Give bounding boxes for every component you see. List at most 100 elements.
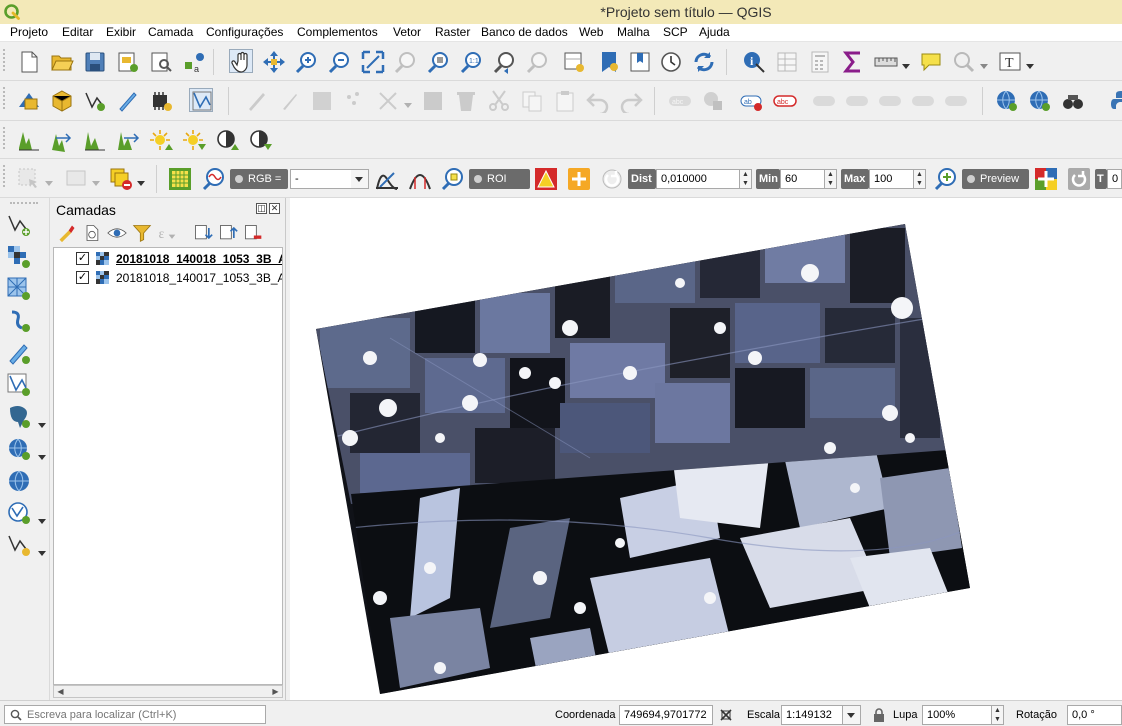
- local-cumulative-stretch-icon[interactable]: [375, 167, 399, 191]
- add-vector-layer-icon[interactable]: [6, 212, 32, 238]
- zoom-to-input-image-icon[interactable]: [202, 167, 226, 191]
- menu-ajuda[interactable]: Ajuda: [699, 25, 730, 39]
- scale-dropdown-arrow[interactable]: [843, 705, 861, 725]
- add-wfs-layer-icon[interactable]: [1028, 89, 1052, 113]
- vertex-dropdown-arrow[interactable]: [404, 98, 412, 108]
- scratch-layer-dropdown-arrow[interactable]: [38, 546, 46, 556]
- menu-web[interactable]: Web: [579, 25, 603, 39]
- identify-features-icon[interactable]: i: [742, 50, 766, 74]
- histogram-cumulative-cut-icon[interactable]: [83, 128, 107, 152]
- scroll-left-arrow[interactable]: ◀: [55, 687, 66, 697]
- map-canvas[interactable]: [290, 198, 1122, 700]
- local-histogram-stretch-icon[interactable]: [50, 128, 74, 152]
- measure-line-icon[interactable]: [874, 50, 898, 74]
- statistical-summary-icon[interactable]: [841, 50, 865, 74]
- new-temporary-scratch-layer-icon[interactable]: [6, 532, 32, 558]
- wms-dropdown-arrow[interactable]: [38, 450, 46, 460]
- deselect-features-icon[interactable]: [109, 167, 133, 191]
- collapse-all-icon[interactable]: [218, 223, 238, 243]
- zoom-last-icon[interactable]: [493, 50, 517, 74]
- diagram-options-icon[interactable]: [701, 89, 725, 113]
- magnifier-spinner[interactable]: ▲ ▼: [992, 705, 1004, 725]
- metasearch-icon[interactable]: [1061, 89, 1085, 113]
- float-panel-icon[interactable]: ◫: [256, 203, 267, 214]
- open-field-calculator-icon[interactable]: [808, 50, 832, 74]
- zoom-to-temporary-roi-icon[interactable]: [441, 167, 465, 191]
- create-roi-polygon-icon[interactable]: [534, 167, 558, 191]
- zoom-to-preview-icon[interactable]: [934, 167, 958, 191]
- scroll-right-arrow[interactable]: ▶: [270, 687, 281, 697]
- delete-selected-icon[interactable]: [454, 89, 478, 113]
- lock-scale-icon[interactable]: [873, 708, 885, 722]
- menu-malha[interactable]: Malha: [617, 25, 650, 39]
- scp-main-interface-icon[interactable]: [168, 167, 192, 191]
- show-bookmarks-icon[interactable]: [628, 50, 652, 74]
- scale-field[interactable]: 1:149132: [781, 705, 843, 725]
- decrease-brightness-icon[interactable]: [182, 128, 206, 152]
- zoom-native-resolution-icon[interactable]: 1:1: [460, 50, 484, 74]
- menu-scp[interactable]: SCP: [663, 25, 688, 39]
- search-dropdown-arrow[interactable]: [980, 59, 988, 69]
- new-virtual-layer-icon[interactable]: [189, 88, 213, 112]
- annotation-dropdown-arrow[interactable]: [1026, 59, 1034, 69]
- toggle-editing-icon[interactable]: [277, 89, 301, 113]
- add-wfs-layer-icon[interactable]: [6, 468, 32, 494]
- python-console-icon[interactable]: [1110, 89, 1122, 113]
- add-wms-layer-icon[interactable]: [995, 89, 1019, 113]
- rgb-label[interactable]: RGB =: [230, 169, 288, 189]
- zoom-in-icon[interactable]: [295, 50, 319, 74]
- pin-labels-icon[interactable]: [812, 89, 836, 113]
- add-postgis-layer-icon[interactable]: [6, 404, 32, 430]
- preview-toggle[interactable]: Preview: [962, 169, 1029, 189]
- add-delimited-text-layer-icon[interactable]: [6, 308, 32, 334]
- remove-layer-icon[interactable]: [243, 223, 263, 243]
- add-spatialite-layer-icon[interactable]: [6, 340, 32, 366]
- zoom-to-layer-icon[interactable]: [427, 50, 451, 74]
- temporal-controller-icon[interactable]: [659, 50, 683, 74]
- new-shapefile-layer-icon[interactable]: [83, 89, 107, 113]
- change-label-icon[interactable]: [944, 89, 968, 113]
- toolbar-handle[interactable]: [3, 127, 7, 149]
- deselect-dropdown-arrow[interactable]: [137, 176, 145, 186]
- max-value-field[interactable]: 100: [869, 169, 914, 189]
- open-attribute-table-icon[interactable]: [775, 50, 799, 74]
- save-layer-edits-icon[interactable]: [310, 89, 334, 113]
- paste-features-icon[interactable]: [553, 89, 577, 113]
- add-raster-layer-icon[interactable]: [6, 244, 32, 270]
- local-cumulative-cut-icon[interactable]: [116, 128, 140, 152]
- open-layer-styling-icon[interactable]: [57, 223, 77, 243]
- select-dropdown-arrow[interactable]: [45, 176, 53, 186]
- postgis-dropdown-arrow[interactable]: [38, 418, 46, 428]
- map-tips-icon[interactable]: [919, 50, 943, 74]
- layer-tree-horizontal-scrollbar[interactable]: ◀ ▶: [53, 685, 283, 698]
- new-temporary-layer-icon[interactable]: [149, 89, 173, 113]
- text-annotation-icon[interactable]: T: [998, 50, 1022, 74]
- vector-tile-dropdown-arrow[interactable]: [38, 514, 46, 524]
- new-print-layout-icon[interactable]: [116, 50, 140, 74]
- add-point-feature-icon[interactable]: [343, 89, 367, 113]
- new-project-icon[interactable]: [17, 50, 41, 74]
- zoom-out-icon[interactable]: [328, 50, 352, 74]
- select-value-dropdown-arrow[interactable]: [92, 176, 100, 186]
- rgb-combo[interactable]: -: [290, 169, 352, 189]
- filter-by-expression-icon[interactable]: ε: [157, 223, 177, 243]
- copy-features-icon[interactable]: [520, 89, 544, 113]
- style-manager-icon[interactable]: a: [182, 50, 206, 74]
- add-mesh-layer-icon[interactable]: [6, 276, 32, 302]
- manage-map-themes-icon[interactable]: [107, 223, 127, 243]
- locator-input[interactable]: [27, 707, 263, 722]
- t-value-field[interactable]: 0: [1107, 169, 1122, 189]
- menu-projeto[interactable]: Projeto: [10, 25, 48, 39]
- zoom-full-icon[interactable]: [361, 50, 385, 74]
- dist-value-field[interactable]: 0,010000: [656, 169, 740, 189]
- roi-toggle[interactable]: ROI: [469, 169, 530, 189]
- decrease-contrast-icon[interactable]: [248, 128, 272, 152]
- move-label-icon[interactable]: [878, 89, 902, 113]
- select-features-icon[interactable]: [17, 167, 41, 191]
- show-layout-manager-icon[interactable]: [149, 50, 173, 74]
- close-panel-icon[interactable]: ✕: [269, 203, 280, 214]
- undo-icon[interactable]: [586, 89, 610, 113]
- increase-brightness-icon[interactable]: [149, 128, 173, 152]
- new-bookmark-icon[interactable]: [597, 50, 621, 74]
- layer-visibility-checkbox[interactable]: ✓: [76, 271, 89, 284]
